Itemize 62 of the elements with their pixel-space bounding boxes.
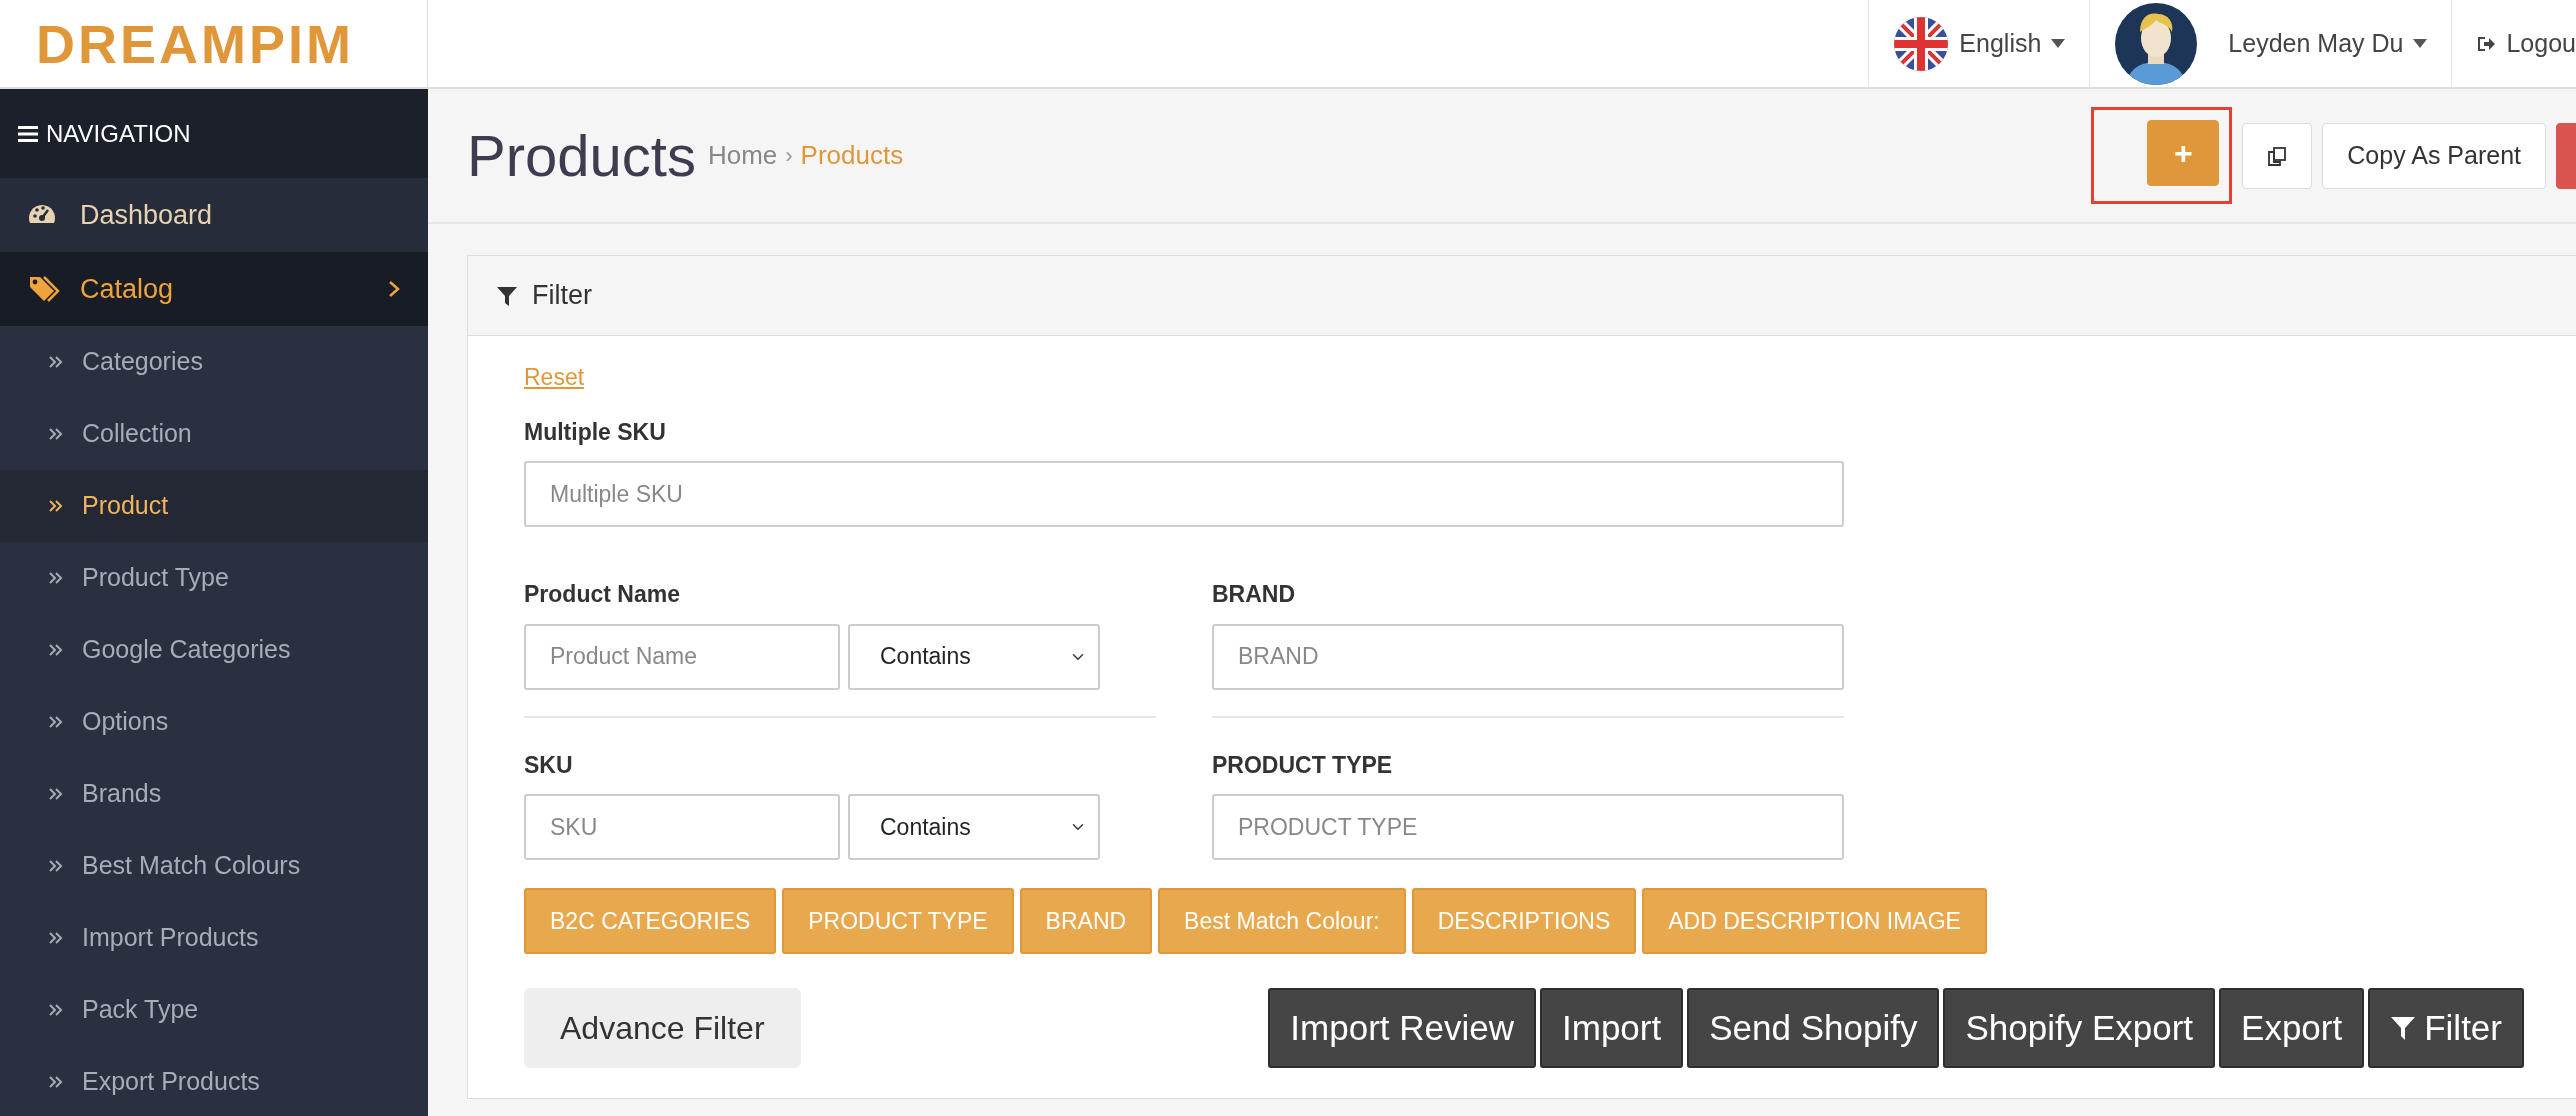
field-label: SKU: [524, 750, 573, 780]
text-field[interactable]: Multiple SKU: [524, 461, 1844, 527]
action-button[interactable]: Send Shopify: [1687, 988, 1940, 1068]
breadcrumb-link[interactable]: Home: [707, 136, 778, 175]
sidebar-item[interactable]: Catalog: [0, 252, 428, 326]
sidebar-subitem[interactable]: Import Products: [0, 902, 428, 974]
field-label: Product Name: [524, 580, 680, 609]
double-chevron-icon: [48, 858, 64, 874]
operator-select[interactable]: Contains: [848, 623, 1100, 690]
text-field[interactable]: BRAND: [1212, 623, 1844, 690]
double-chevron-icon: [48, 714, 64, 730]
double-chevron-icon: [48, 498, 64, 514]
sidebar-subitem[interactable]: Export Products: [0, 1046, 428, 1116]
operator-select[interactable]: Contains: [848, 794, 1100, 860]
double-chevron-icon: [48, 1074, 64, 1090]
sidebar-header: NAVIGATION: [0, 89, 428, 178]
action-button[interactable]: Export: [2219, 988, 2365, 1068]
advance-filter-button[interactable]: Advance Filter: [524, 988, 801, 1068]
text-field[interactable]: SKU: [524, 794, 840, 860]
action-button[interactable]: Import: [1540, 988, 1684, 1068]
logo: DREAMPIM: [36, 16, 354, 71]
sidebar-subitem[interactable]: Collection: [0, 398, 428, 470]
double-chevron-icon: [48, 930, 64, 946]
action-button[interactable]: Import Review: [1268, 988, 1536, 1068]
sidebar-subitem[interactable]: Google Categories: [0, 614, 428, 686]
action-button[interactable]: Shopify Export: [1943, 988, 2216, 1068]
user-menu[interactable]: Leyden May Du: [2089, 0, 2452, 87]
field-label: BRAND: [1212, 580, 1296, 609]
double-chevron-icon: [48, 786, 64, 802]
double-chevron-icon: [48, 570, 64, 586]
double-chevron-icon: [48, 354, 64, 370]
text-field[interactable]: PRODUCT TYPE: [1212, 794, 1844, 860]
filter-icon: [496, 284, 518, 307]
sidebar-subitem[interactable]: Best Match Colours: [0, 830, 428, 902]
caret-icon: [2051, 39, 2066, 48]
double-chevron-icon: [48, 1002, 64, 1018]
sidebar-subitem[interactable]: Product: [0, 470, 428, 542]
sidebar-item[interactable]: Dashboard: [0, 178, 428, 252]
double-chevron-icon: [48, 426, 64, 442]
action-button[interactable]: Filter: [2368, 988, 2524, 1068]
breadcrumb-separator: ›: [785, 142, 793, 170]
logout-link[interactable]: Logou: [2451, 0, 2576, 87]
tags-icon: [28, 275, 60, 303]
sidebar-subitem[interactable]: Options: [0, 686, 428, 758]
copy-button[interactable]: [2242, 122, 2313, 189]
menu-icon: [18, 124, 38, 143]
copy-icon: [2267, 145, 2288, 166]
caret-icon: [2413, 39, 2428, 48]
chevron-right-icon: [388, 280, 400, 298]
field-label: PRODUCT TYPE: [1212, 750, 1393, 780]
sidebar-subitem[interactable]: Pack Type: [0, 974, 428, 1046]
sidebar-subitem[interactable]: Product Type: [0, 542, 428, 614]
double-chevron-icon: [48, 642, 64, 658]
field-label: Multiple SKU: [524, 417, 666, 447]
sidebar-subitem[interactable]: Brands: [0, 758, 428, 830]
copy-as-parent-button[interactable]: Copy As Parent: [2322, 122, 2546, 189]
page-title: Products: [467, 121, 696, 190]
panel-title: Filter: [532, 279, 592, 313]
language-selector[interactable]: English: [1868, 0, 2090, 87]
sidebar-subitem[interactable]: Categories: [0, 326, 428, 398]
text-field[interactable]: Product Name: [524, 623, 840, 690]
filter-icon: [2390, 1015, 2417, 1041]
